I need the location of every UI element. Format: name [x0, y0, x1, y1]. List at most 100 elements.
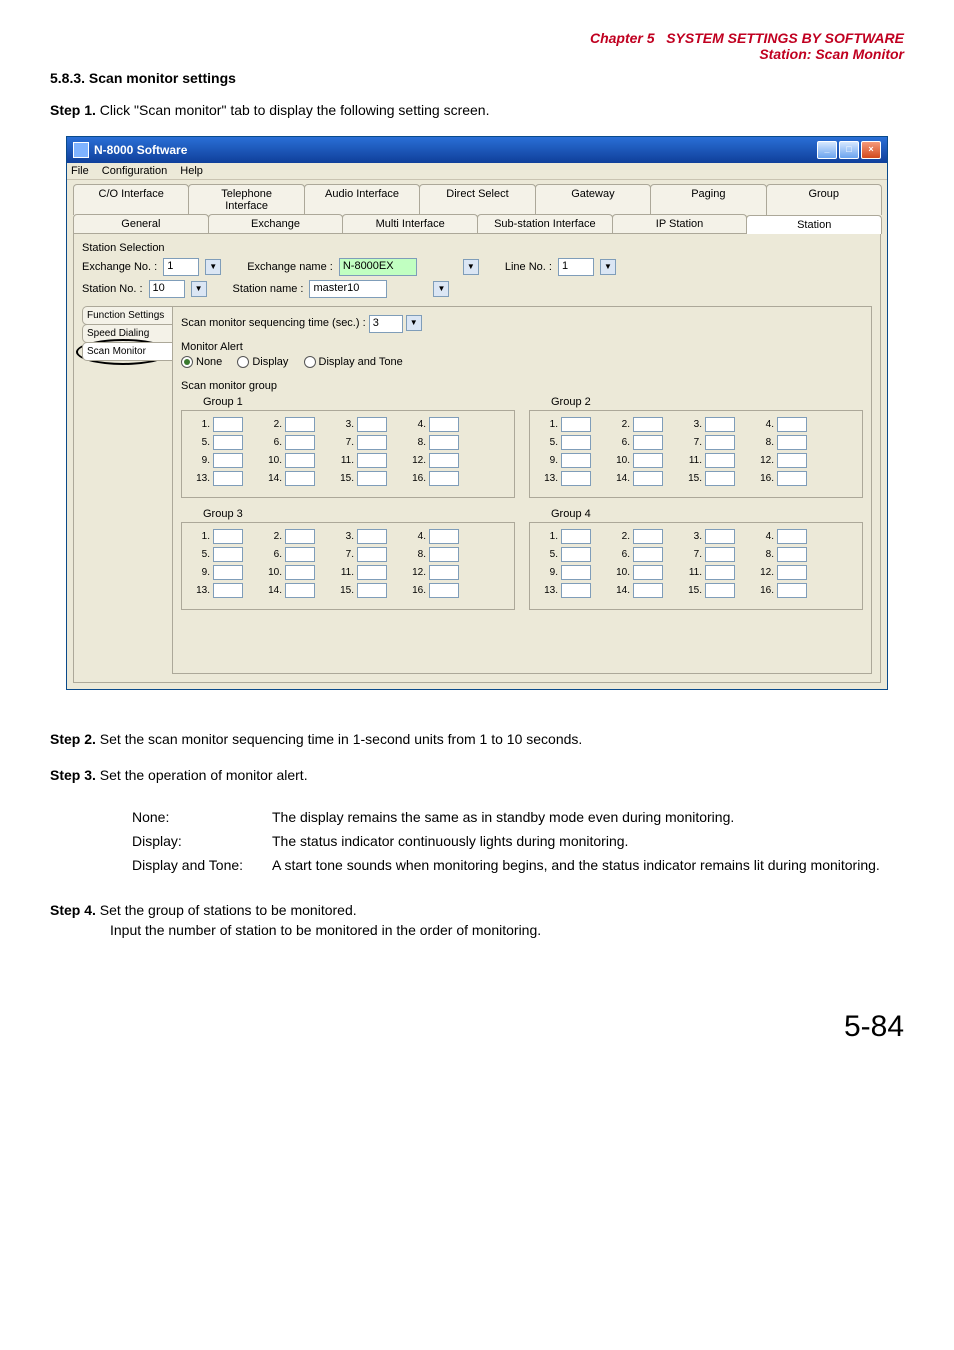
group-input[interactable]: [357, 565, 387, 580]
side-tab-function-settings[interactable]: Function Settings: [82, 306, 172, 325]
group-input[interactable]: [633, 453, 663, 468]
seq-time-input[interactable]: 3: [369, 315, 403, 333]
exchange-no-dropdown-icon[interactable]: ▼: [205, 259, 221, 275]
radio-none[interactable]: None: [181, 356, 222, 368]
group-input[interactable]: [213, 471, 243, 486]
group-input[interactable]: [213, 417, 243, 432]
group-input[interactable]: [705, 471, 735, 486]
group-input[interactable]: [213, 529, 243, 544]
group-input[interactable]: [705, 453, 735, 468]
group-input[interactable]: [633, 471, 663, 486]
tab-exchange[interactable]: Exchange: [208, 214, 344, 233]
group-input[interactable]: [777, 583, 807, 598]
exchange-no-input[interactable]: 1: [163, 258, 199, 276]
group-input[interactable]: [285, 529, 315, 544]
tab-telephone-interface[interactable]: Telephone Interface: [188, 184, 304, 215]
group-input[interactable]: [357, 529, 387, 544]
group-input[interactable]: [561, 435, 591, 450]
side-tab-speed-dialing[interactable]: Speed Dialing: [82, 324, 172, 343]
group-input[interactable]: [213, 547, 243, 562]
group-input[interactable]: [705, 417, 735, 432]
group-input[interactable]: [429, 583, 459, 598]
tab-audio-interface[interactable]: Audio Interface: [304, 184, 420, 215]
station-name-dropdown-icon[interactable]: ▼: [433, 281, 449, 297]
tab-paging[interactable]: Paging: [650, 184, 766, 215]
group-input[interactable]: [561, 417, 591, 432]
group-input[interactable]: [285, 583, 315, 598]
line-no-dropdown-icon[interactable]: ▼: [600, 259, 616, 275]
group-input[interactable]: [357, 417, 387, 432]
group-input[interactable]: [357, 435, 387, 450]
tab-multi-interface[interactable]: Multi Interface: [342, 214, 478, 233]
group-input[interactable]: [429, 453, 459, 468]
group-input[interactable]: [777, 417, 807, 432]
group-input[interactable]: [777, 471, 807, 486]
menu-help[interactable]: Help: [180, 165, 203, 177]
group-input[interactable]: [357, 547, 387, 562]
tab-substation-interface[interactable]: Sub-station Interface: [477, 214, 613, 233]
group-input[interactable]: [285, 453, 315, 468]
group-input[interactable]: [357, 453, 387, 468]
side-tab-scan-monitor[interactable]: Scan Monitor: [82, 342, 172, 361]
seq-time-dropdown-icon[interactable]: ▼: [406, 315, 422, 331]
group-input[interactable]: [285, 417, 315, 432]
tab-station[interactable]: Station: [746, 215, 882, 234]
group-input[interactable]: [561, 453, 591, 468]
tab-general[interactable]: General: [73, 214, 209, 233]
group-input[interactable]: [561, 547, 591, 562]
group-input[interactable]: [357, 471, 387, 486]
group-input[interactable]: [285, 435, 315, 450]
group-input[interactable]: [429, 547, 459, 562]
group-input[interactable]: [429, 529, 459, 544]
group-input[interactable]: [429, 565, 459, 580]
radio-display-tone[interactable]: Display and Tone: [304, 356, 403, 368]
group-input[interactable]: [777, 547, 807, 562]
close-button[interactable]: ×: [861, 141, 881, 159]
group-input[interactable]: [213, 435, 243, 450]
group-input[interactable]: [429, 471, 459, 486]
group-input[interactable]: [561, 529, 591, 544]
group-input[interactable]: [705, 565, 735, 580]
group-input[interactable]: [633, 417, 663, 432]
group-input[interactable]: [429, 417, 459, 432]
group-input[interactable]: [357, 583, 387, 598]
group-input[interactable]: [777, 453, 807, 468]
group-input[interactable]: [705, 583, 735, 598]
group-input[interactable]: [705, 435, 735, 450]
group-input[interactable]: [285, 547, 315, 562]
group-input[interactable]: [633, 547, 663, 562]
group-input[interactable]: [213, 583, 243, 598]
station-no-dropdown-icon[interactable]: ▼: [191, 281, 207, 297]
group-input[interactable]: [561, 583, 591, 598]
group-input[interactable]: [633, 435, 663, 450]
group-input[interactable]: [213, 453, 243, 468]
group-input[interactable]: [285, 565, 315, 580]
group-input[interactable]: [213, 565, 243, 580]
maximize-button[interactable]: □: [839, 141, 859, 159]
tab-ip-station[interactable]: IP Station: [612, 214, 748, 233]
group-input[interactable]: [633, 583, 663, 598]
group-input[interactable]: [429, 435, 459, 450]
tab-co-interface[interactable]: C/O Interface: [73, 184, 189, 215]
exchange-name-dropdown-icon[interactable]: ▼: [463, 259, 479, 275]
station-name-input[interactable]: master10: [309, 280, 387, 298]
exchange-name-input[interactable]: N-8000EX: [339, 258, 417, 276]
radio-display[interactable]: Display: [237, 356, 288, 368]
station-no-input[interactable]: 10: [149, 280, 185, 298]
group-input[interactable]: [633, 565, 663, 580]
tab-group[interactable]: Group: [766, 184, 882, 215]
menu-file[interactable]: File: [71, 165, 89, 177]
group-input[interactable]: [777, 529, 807, 544]
group-input[interactable]: [777, 565, 807, 580]
group-input[interactable]: [777, 435, 807, 450]
minimize-button[interactable]: _: [817, 141, 837, 159]
tab-direct-select[interactable]: Direct Select: [419, 184, 535, 215]
menu-config[interactable]: Configuration: [102, 165, 167, 177]
group-input[interactable]: [705, 529, 735, 544]
tab-gateway[interactable]: Gateway: [535, 184, 651, 215]
group-input[interactable]: [561, 565, 591, 580]
group-input[interactable]: [285, 471, 315, 486]
group-input[interactable]: [561, 471, 591, 486]
line-no-input[interactable]: 1: [558, 258, 594, 276]
group-input[interactable]: [705, 547, 735, 562]
